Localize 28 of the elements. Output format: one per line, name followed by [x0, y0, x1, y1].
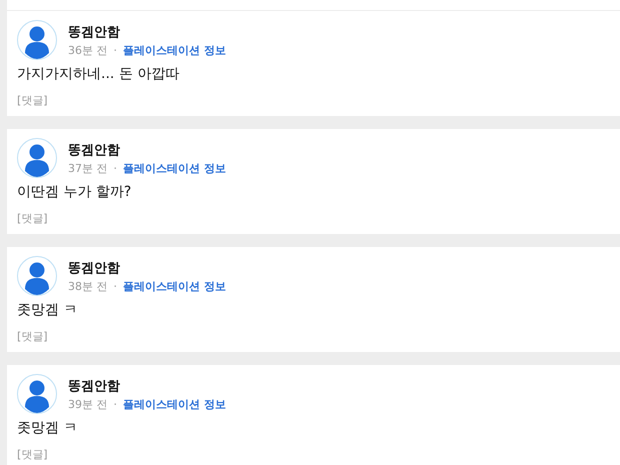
comment-link[interactable]: [댓글]	[17, 211, 48, 226]
avatar-icon	[17, 20, 57, 60]
post-text: 좃망겜 ㅋ	[17, 419, 78, 437]
source-link[interactable]: 플레이스테이션 정보	[123, 42, 226, 58]
author-name[interactable]: 똥겜안함	[68, 258, 226, 276]
separator: ·	[114, 398, 117, 410]
post-time: 36분 전	[68, 42, 108, 58]
comment-link[interactable]: [댓글]	[17, 447, 48, 462]
post-text: 좃망겜 ㅋ	[17, 301, 78, 319]
source-link[interactable]: 플레이스테이션 정보	[123, 396, 226, 412]
author-name[interactable]: 똥겜안함	[68, 22, 226, 40]
separator: ·	[114, 280, 117, 292]
avatar-icon	[17, 256, 57, 296]
source-link[interactable]: 플레이스테이션 정보	[123, 278, 226, 294]
post-text: 가지가지하네... 돈 아깝따	[17, 65, 180, 83]
post-text: 이딴겜 누가 할까?	[17, 183, 132, 201]
post-time: 37분 전	[68, 160, 108, 176]
separator: ·	[114, 44, 117, 56]
post-time: 39분 전	[68, 396, 108, 412]
separator: ·	[114, 162, 117, 174]
avatar-icon	[17, 374, 57, 414]
author-name[interactable]: 똥겜안함	[68, 140, 226, 158]
avatar-icon	[17, 138, 57, 178]
comment-link[interactable]: [댓글]	[17, 329, 48, 344]
comment-link[interactable]: [댓글]	[17, 93, 48, 108]
source-link[interactable]: 플레이스테이션 정보	[123, 160, 226, 176]
author-name[interactable]: 똥겜안함	[68, 376, 226, 394]
post-time: 38분 전	[68, 278, 108, 294]
